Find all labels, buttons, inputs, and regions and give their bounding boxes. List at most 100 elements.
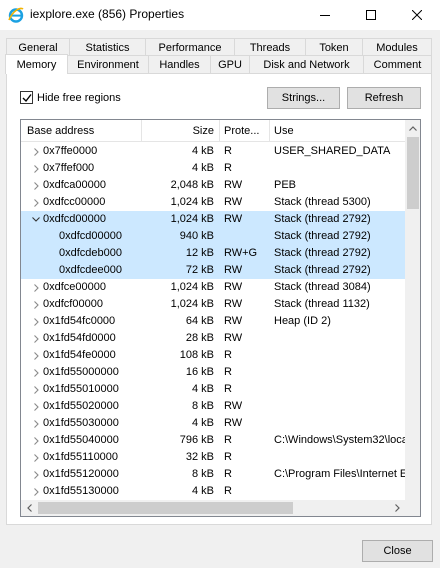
- refresh-button[interactable]: Refresh: [347, 87, 421, 109]
- scroll-right-arrow-icon[interactable]: [389, 500, 405, 516]
- chevron-right-icon[interactable]: [31, 432, 41, 449]
- table-row[interactable]: 0x1fd55120000 8 kB R C:\Program Files\Inter…: [21, 466, 405, 483]
- tab-statistics[interactable]: Statistics: [69, 38, 146, 56]
- chevron-right-icon[interactable]: [31, 143, 41, 160]
- cell-base-address: 0x1fd55130000: [43, 485, 119, 497]
- chevron-right-icon[interactable]: [31, 313, 41, 330]
- cell-use: C:\Program Files\Internet Explorer: [274, 468, 405, 480]
- close-button[interactable]: Close: [362, 540, 433, 562]
- cell-protection: R: [224, 434, 232, 446]
- tab-gpu[interactable]: GPU: [210, 55, 250, 73]
- tab-performance[interactable]: Performance: [145, 38, 235, 56]
- table-row[interactable]: 0x1fd55010000 4 kB R: [21, 381, 405, 398]
- table-row[interactable]: 0xdfce00000 1,024 kB RW Stack (thread 3084): [21, 279, 405, 296]
- tab-token[interactable]: Token: [305, 38, 363, 56]
- strings-button[interactable]: Strings...: [267, 87, 340, 109]
- table-row[interactable]: 0xdfca00000 2,048 kB RW PEB: [21, 177, 405, 194]
- window-close-button[interactable]: [394, 0, 440, 30]
- cell-protection: RW: [224, 332, 243, 344]
- column-separator[interactable]: [269, 120, 270, 142]
- table-row[interactable]: 0x1fd55020000 8 kB RW: [21, 398, 405, 415]
- chevron-right-icon[interactable]: [31, 364, 41, 381]
- cell-size: 4 kB: [191, 145, 214, 157]
- hide-free-regions-option[interactable]: Hide free regions: [20, 91, 121, 104]
- cell-base-address: 0xdfcd00000: [59, 230, 122, 242]
- table-row[interactable]: 0xdfcdeb000 12 kB RW+G Stack (thread 2792): [21, 245, 405, 262]
- horizontal-scroll-thumb[interactable]: [38, 502, 293, 514]
- chevron-down-icon[interactable]: [31, 211, 41, 228]
- cell-base-address: 0xdfca00000: [43, 179, 106, 191]
- cell-base-address: 0x1fd55020000: [43, 400, 119, 412]
- cell-protection: RW: [224, 213, 243, 225]
- vertical-scroll-thumb[interactable]: [407, 137, 419, 209]
- table-row[interactable]: 0xdfcd00000 940 kB Stack (thread 2792): [21, 228, 405, 245]
- tab-disk-and-network[interactable]: Disk and Network: [249, 55, 364, 73]
- cell-size: 8 kB: [191, 468, 214, 480]
- cell-protection: R: [224, 485, 232, 497]
- cell-protection: R: [224, 383, 232, 395]
- scroll-left-arrow-icon[interactable]: [21, 500, 37, 516]
- cell-size: 64 kB: [185, 315, 214, 327]
- chevron-right-icon[interactable]: [31, 296, 41, 313]
- table-row[interactable]: 0x1fd55130000 4 kB R: [21, 483, 405, 500]
- table-row[interactable]: 0x1fd55110000 32 kB R: [21, 449, 405, 466]
- column-header-protection[interactable]: Prote...: [224, 120, 259, 142]
- horizontal-scrollbar[interactable]: [21, 500, 405, 516]
- internet-explorer-icon: [8, 7, 24, 23]
- cell-size: 1,024 kB: [170, 213, 214, 225]
- chevron-right-icon[interactable]: [31, 330, 41, 347]
- column-separator[interactable]: [219, 120, 220, 142]
- cell-protection: RW: [224, 315, 243, 327]
- tab-handles[interactable]: Handles: [148, 55, 211, 73]
- vertical-scrollbar[interactable]: [405, 120, 420, 500]
- tab-memory[interactable]: Memory: [5, 54, 68, 74]
- table-row[interactable]: 0xdfcd00000 1,024 kB RW Stack (thread 2792): [21, 211, 405, 228]
- cell-size: 72 kB: [185, 264, 214, 276]
- memory-regions-list[interactable]: Base address Size Prote... Use 0x7ffe000…: [20, 119, 421, 517]
- cell-size: 940 kB: [179, 230, 214, 242]
- table-row[interactable]: 0x1fd54fe0000 108 kB R: [21, 347, 405, 364]
- table-row[interactable]: 0x7ffe0000 4 kB R USER_SHARED_DATA: [21, 143, 405, 160]
- minimize-button[interactable]: [302, 0, 348, 30]
- table-row[interactable]: 0x1fd55000000 16 kB R: [21, 364, 405, 381]
- cell-protection: RW: [224, 179, 243, 191]
- cell-size: 108 kB: [179, 349, 214, 361]
- column-header-size[interactable]: Size: [142, 120, 214, 142]
- tab-threads[interactable]: Threads: [234, 38, 306, 56]
- chevron-right-icon[interactable]: [31, 194, 41, 211]
- chevron-right-icon[interactable]: [31, 177, 41, 194]
- cell-protection: RW+G: [224, 247, 258, 259]
- cell-use: Stack (thread 1132): [274, 298, 370, 310]
- cell-use: Stack (thread 3084): [274, 281, 371, 293]
- chevron-right-icon[interactable]: [31, 483, 41, 500]
- table-row[interactable]: 0x1fd54fc0000 64 kB RW Heap (ID 2): [21, 313, 405, 330]
- hide-free-regions-checkbox[interactable]: [20, 91, 33, 104]
- chevron-right-icon[interactable]: [31, 381, 41, 398]
- table-row[interactable]: 0xdfcdee000 72 kB RW Stack (thread 2792): [21, 262, 405, 279]
- table-row[interactable]: 0x1fd55030000 4 kB RW: [21, 415, 405, 432]
- cell-protection: RW: [224, 196, 243, 208]
- tab-comment[interactable]: Comment: [363, 55, 432, 73]
- chevron-right-icon[interactable]: [31, 466, 41, 483]
- table-row[interactable]: 0x1fd54fd0000 28 kB RW: [21, 330, 405, 347]
- cell-base-address: 0xdfcd00000: [43, 213, 106, 225]
- cell-use: Heap (ID 2): [274, 315, 331, 327]
- table-row[interactable]: 0xdfcf00000 1,024 kB RW Stack (thread 1132): [21, 296, 405, 313]
- list-header: Base address Size Prote... Use: [21, 120, 405, 142]
- close-icon: [412, 10, 422, 20]
- table-row[interactable]: 0xdfcc00000 1,024 kB RW Stack (thread 5300): [21, 194, 405, 211]
- chevron-right-icon[interactable]: [31, 398, 41, 415]
- chevron-right-icon[interactable]: [31, 347, 41, 364]
- column-header-base-address[interactable]: Base address: [27, 120, 94, 142]
- maximize-button[interactable]: [348, 0, 394, 30]
- tab-environment[interactable]: Environment: [67, 55, 149, 73]
- chevron-right-icon[interactable]: [31, 449, 41, 466]
- table-row[interactable]: 0x1fd55040000 796 kB R C:\Windows\System32\…: [21, 432, 405, 449]
- tab-modules[interactable]: Modules: [362, 38, 432, 56]
- chevron-right-icon[interactable]: [31, 279, 41, 296]
- chevron-right-icon[interactable]: [31, 160, 41, 177]
- column-header-use[interactable]: Use: [274, 120, 294, 142]
- scroll-up-arrow-icon[interactable]: [405, 120, 420, 136]
- chevron-right-icon[interactable]: [31, 415, 41, 432]
- table-row[interactable]: 0x7ffef000 4 kB R: [21, 160, 405, 177]
